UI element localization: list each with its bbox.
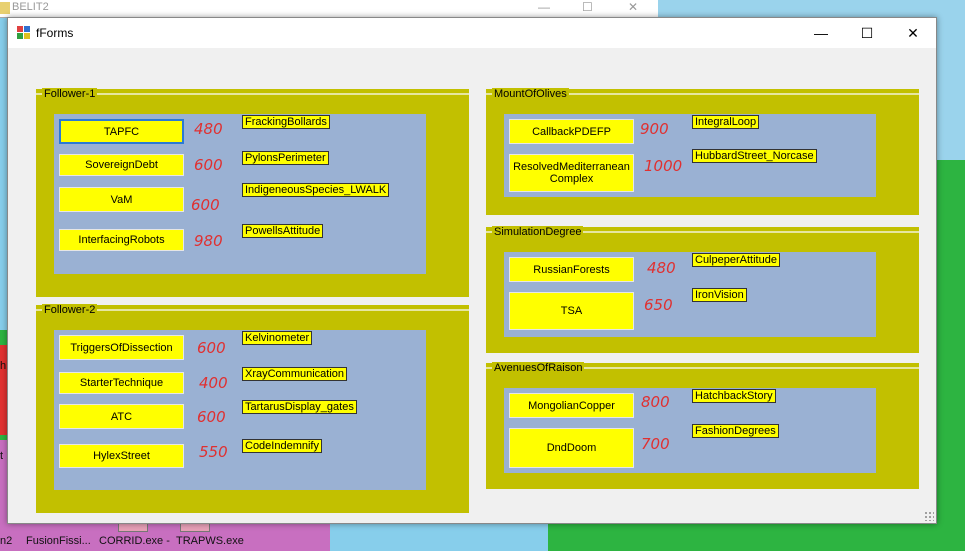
tag-label: HubbardStreet_Norcase: [692, 149, 817, 163]
button-tapfc[interactable]: TAPFC: [59, 119, 184, 144]
group-title: AvenuesOfRaison: [492, 362, 585, 374]
fforms-window: fForms — ☐ ✕ Follower-1 TAPFC SovereignD…: [7, 17, 937, 524]
value-label: 700: [641, 435, 670, 453]
tag-label: CodeIndemnify: [242, 439, 322, 453]
group-border: [36, 93, 469, 95]
tag-label: CulpeperAttitude: [692, 253, 780, 267]
background-window-title: BELIT2: [12, 1, 49, 13]
tag-label: Kelvinometer: [242, 331, 313, 345]
value-label: 980: [194, 232, 223, 250]
button-vam[interactable]: VaM: [59, 187, 184, 212]
group-follower-2: Follower-2 TriggersOfDissection StarterT…: [35, 304, 470, 514]
group-panel: TriggersOfDissection StarterTechnique AT…: [54, 330, 426, 490]
tag-label: TartarusDisplay_gates: [242, 400, 357, 414]
button-interfacingrobots[interactable]: InterfacingRobots: [59, 229, 184, 251]
group-simulationdegree: SimulationDegree RussianForests TSA 480 …: [485, 226, 920, 354]
tag-label: FrackingBollards: [242, 115, 330, 129]
button-russianforests[interactable]: RussianForests: [509, 257, 634, 282]
group-title: SimulationDegree: [492, 226, 584, 238]
value-label: 600: [194, 156, 223, 174]
taskbar-item[interactable]: CORRID.exe -: [99, 535, 170, 547]
form-icon: [17, 26, 31, 39]
group-panel: CallbackPDEFP ResolvedMediterranean Comp…: [504, 114, 876, 197]
group-border: [36, 309, 469, 311]
maximize-button[interactable]: ☐: [582, 0, 593, 14]
value-label: 480: [647, 259, 676, 277]
value-label: 1000: [644, 157, 683, 175]
value-label: 600: [191, 196, 220, 214]
group-mountofolives: MountOfOlives CallbackPDEFP ResolvedMedi…: [485, 88, 920, 216]
tag-label: PowellsAttitude: [242, 224, 324, 238]
minimize-button[interactable]: —: [798, 18, 844, 48]
tag-label: HatchbackStory: [692, 389, 776, 403]
group-follower-1: Follower-1 TAPFC SovereignDebt VaM Inter…: [35, 88, 470, 298]
window-titlebar[interactable]: fForms — ☐ ✕: [8, 18, 936, 48]
button-callbackpdefp[interactable]: CallbackPDEFP: [509, 119, 634, 144]
resize-grip[interactable]: [924, 511, 934, 521]
taskbar-item[interactable]: TRAPWS.exe: [176, 535, 244, 547]
value-label: 600: [197, 339, 226, 357]
value-label: 550: [199, 443, 228, 461]
button-mongoliancopper[interactable]: MongolianCopper: [509, 393, 634, 418]
group-title: Follower-2: [42, 304, 98, 316]
taskbar-item[interactable]: FusionFissi...: [26, 535, 91, 547]
button-atc[interactable]: ATC: [59, 404, 184, 429]
button-hylexstreet[interactable]: HylexStreet: [59, 444, 184, 468]
tag-label: IndigeneousSpecies_LWALK: [242, 183, 390, 197]
window-title: fForms: [36, 26, 74, 40]
desktop-side-label: h: [0, 360, 7, 372]
value-label: 900: [640, 120, 669, 138]
close-button[interactable]: ✕: [890, 18, 936, 48]
value-label: 400: [199, 374, 228, 392]
button-sovereigndebt[interactable]: SovereignDebt: [59, 154, 184, 176]
button-triggersofdissection[interactable]: TriggersOfDissection: [59, 335, 184, 360]
button-resolvedmediterraneancomplex[interactable]: ResolvedMediterranean Complex: [509, 154, 634, 192]
value-label: 650: [644, 296, 673, 314]
group-title: Follower-1: [42, 88, 98, 100]
button-startertechnique[interactable]: StarterTechnique: [59, 372, 184, 394]
button-dnddoom[interactable]: DndDoom: [509, 428, 634, 468]
group-panel: RussianForests TSA 480 650 CulpeperAttit…: [504, 252, 876, 337]
app-icon: [0, 2, 10, 14]
maximize-button[interactable]: ☐: [844, 18, 890, 48]
tag-label: PylonsPerimeter: [242, 151, 329, 165]
desktop-side-label: t: [0, 450, 4, 462]
tag-label: FashionDegrees: [692, 424, 779, 438]
tag-label: IronVision: [692, 288, 747, 302]
group-title: MountOfOlives: [492, 88, 569, 100]
close-button[interactable]: ✕: [628, 0, 638, 14]
minimize-button[interactable]: —: [538, 0, 550, 14]
value-label: 800: [641, 393, 670, 411]
value-label: 600: [197, 408, 226, 426]
taskbar-item[interactable]: n2: [0, 535, 12, 547]
background-window-titlebar[interactable]: BELIT2 — ☐ ✕: [0, 0, 658, 18]
tag-label: IntegralLoop: [692, 115, 760, 129]
tag-label: XrayCommunication: [242, 367, 348, 381]
group-avenuesofraison: AvenuesOfRaison MongolianCopper DndDoom …: [485, 362, 920, 490]
group-panel: TAPFC SovereignDebt VaM InterfacingRobot…: [54, 114, 426, 274]
group-panel: MongolianCopper DndDoom 800 700 Hatchbac…: [504, 388, 876, 473]
value-label: 480: [194, 120, 223, 138]
button-tsa[interactable]: TSA: [509, 292, 634, 330]
